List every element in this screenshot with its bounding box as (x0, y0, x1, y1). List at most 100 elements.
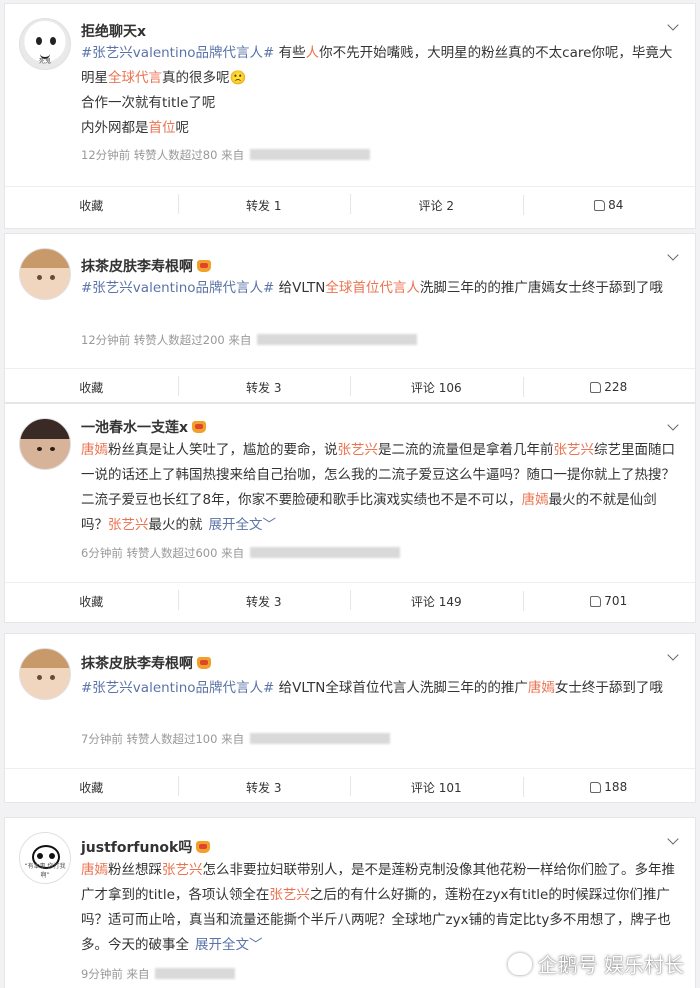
post-text-line: 合作一次就有title了呢 (81, 91, 677, 116)
chevron-down-icon[interactable] (665, 834, 681, 848)
expand-full-text-link[interactable]: 展开全文﹀ (195, 937, 263, 953)
text-segment: 女士终于舔到了哦 (554, 680, 663, 696)
highlight-keyword: 唐嫣 (81, 862, 108, 878)
text-segment: 给VLTN (274, 280, 326, 296)
like-button[interactable]: 701 (522, 591, 696, 611)
topic-hashtag-link[interactable]: #张艺兴valentino品牌代言人# (81, 280, 274, 296)
thumbs-up-icon (590, 782, 602, 793)
post-meta: 12分钟前 转赞人数超过80 来自 (81, 147, 371, 163)
thumbs-up-icon (590, 382, 602, 393)
text-segment: 真的很多呢🙁 (162, 70, 247, 86)
text-segment: 最火的就 (148, 517, 203, 533)
text-segment: 洗脚三年的的推广唐嫣女士终于舔到了哦 (419, 280, 663, 296)
avatar[interactable] (19, 648, 71, 700)
highlight-keyword: 全球代言 (108, 70, 162, 86)
action-bar: 收藏 转发 1 评论 2 84 (5, 186, 695, 223)
repost-button[interactable]: 转发 3 (177, 589, 351, 610)
chevron-down-icon[interactable] (665, 650, 681, 664)
username[interactable]: 拒绝聊天x (81, 21, 146, 41)
highlight-keyword: 唐嫣 (527, 680, 555, 696)
blurred-source (257, 334, 418, 345)
favorite-button[interactable]: 收藏 (5, 779, 178, 796)
blurred-source (250, 547, 401, 558)
vip-crown-icon (197, 657, 211, 669)
chevron-down-icon[interactable] (665, 420, 681, 434)
comment-button[interactable]: 评论 106 (350, 375, 523, 396)
action-bar: 收藏 转发 3 评论 106 228 (5, 368, 695, 405)
text-segment: 是二流的流量但是拿着几年前 (378, 442, 554, 458)
highlight-keyword: 唐嫣 (521, 492, 549, 508)
expand-full-text-link[interactable]: 展开全文﹀ (209, 517, 277, 533)
post-meta: 12分钟前 转赞人数超过200 来自 (81, 332, 418, 348)
username[interactable]: 抹茶皮肤李寿根啊 (81, 653, 211, 673)
highlight-keyword: 张艺兴 (269, 887, 310, 903)
thumbs-up-icon (590, 596, 602, 607)
post-text-line: #张艺兴valentino品牌代言人# 给VLTN全球首位代言人洗脚三年的的推广… (81, 676, 677, 701)
weibo-post-4: 抹茶皮肤李寿根啊 #张艺兴valentino品牌代言人# 给VLTN全球首位代言… (4, 633, 696, 803)
highlight-keyword: 张艺兴 (337, 442, 379, 458)
post-text-line: #张艺兴valentino品牌代言人# 有些人你不先开始嘴贱，大明星的粉丝真的不… (81, 41, 677, 91)
weibo-post-3: 一池春水一支莲x 唐嫣粉丝真是让人笑吐了，尴尬的要命，说张艺兴是二流的流量但是拿… (4, 403, 696, 623)
vip-crown-icon (197, 260, 211, 272)
watermark: 企鹅号 娱乐村长 (507, 949, 684, 978)
post-text-line: 唐嫣粉丝想踩张艺兴怎么非要拉妇联带别人，是不是莲粉克制没像其他花粉一样给你们脸了… (81, 858, 677, 958)
username[interactable]: 抹茶皮肤李寿根啊 (81, 256, 211, 276)
avatar[interactable]: “有本事 你打我啊” (19, 832, 71, 884)
blurred-source (250, 733, 391, 744)
favorite-button[interactable]: 收藏 (5, 593, 178, 610)
post-meta: 6分钟前 转赞人数超过600 来自 (81, 545, 401, 561)
post-text: 唐嫣粉丝想踩张艺兴怎么非要拉妇联带别人，是不是莲粉克制没像其他花粉一样给你们脸了… (81, 858, 677, 958)
like-button[interactable]: 84 (522, 195, 696, 215)
vip-crown-icon (192, 421, 207, 433)
text-segment: 合作一次就有title了呢 (81, 95, 216, 111)
highlight-keyword: 张艺兴 (553, 442, 595, 458)
repost-button[interactable]: 转发 3 (177, 775, 351, 796)
post-text: 唐嫣粉丝真是让人笑吐了，尴尬的要命，说张艺兴是二流的流量但是拿着几年前张艺兴综艺… (81, 438, 677, 538)
post-text: #张艺兴valentino品牌代言人# 有些人你不先开始嘴贱，大明星的粉丝真的不… (81, 41, 677, 141)
post-meta: 7分钟前 转赞人数超过100 来自 (81, 731, 391, 747)
blurred-source (155, 968, 236, 979)
text-segment: 粉丝想踩 (108, 862, 162, 878)
post-text-line: #张艺兴valentino品牌代言人# 给VLTN全球首位代言人洗脚三年的的推广… (81, 276, 677, 301)
topic-hashtag-link[interactable]: #张艺兴valentino品牌代言人# (81, 680, 274, 696)
highlight-keyword: 张艺兴 (162, 862, 203, 878)
chevron-down-icon[interactable] (665, 20, 681, 34)
like-button[interactable]: 188 (522, 777, 696, 797)
like-button[interactable]: 228 (522, 377, 696, 397)
post-text: #张艺兴valentino品牌代言人# 给VLTN全球首位代言人洗脚三年的的推广… (81, 276, 677, 301)
action-bar: 收藏 转发 3 评论 149 701 (5, 582, 695, 619)
post-meta: 9分钟前 来自 (81, 966, 236, 982)
favorite-button[interactable]: 收藏 (5, 197, 178, 214)
post-text-line: 内外网都是首位呢 (81, 116, 677, 141)
highlight-keyword: 张艺兴 (108, 517, 149, 533)
thumbs-up-icon (594, 200, 606, 211)
comment-button[interactable]: 评论 2 (350, 193, 523, 214)
action-bar: 收藏 转发 3 评论 101 188 (5, 768, 695, 805)
highlight-keyword: 首位 (148, 120, 176, 136)
chevron-down-icon[interactable] (665, 250, 681, 264)
blurred-source (250, 149, 371, 160)
repost-button[interactable]: 转发 1 (177, 193, 351, 214)
repost-button[interactable]: 转发 3 (177, 375, 351, 396)
topic-hashtag-link[interactable]: #张艺兴valentino品牌代言人# (81, 45, 274, 61)
weibo-post-1: 死鬼 拒绝聊天x #张艺兴valentino品牌代言人# 有些人你不先开始嘴贱，… (4, 3, 696, 229)
avatar[interactable] (19, 248, 71, 300)
text-segment: 粉丝真是让人笑吐了，尴尬的要命，说 (108, 442, 338, 458)
post-text: #张艺兴valentino品牌代言人# 给VLTN全球首位代言人洗脚三年的的推广… (81, 676, 677, 701)
weibo-post-2: 抹茶皮肤李寿根啊 #张艺兴valentino品牌代言人# 给VLTN全球首位代言… (4, 233, 696, 403)
text-segment: 呢 (175, 120, 190, 136)
text-segment: 给VLTN全球首位代言人洗脚三年的的推广 (274, 680, 528, 696)
avatar[interactable] (19, 418, 71, 470)
highlight-keyword: 唐嫣 (81, 442, 108, 458)
text-segment: 内外网都是 (81, 120, 149, 136)
username[interactable]: 一池春水一支莲x (81, 417, 207, 437)
post-text-line: 唐嫣粉丝真是让人笑吐了，尴尬的要命，说张艺兴是二流的流量但是拿着几年前张艺兴综艺… (81, 438, 677, 538)
username[interactable]: justforfunok吗 (81, 837, 211, 857)
favorite-button[interactable]: 收藏 (5, 379, 178, 396)
highlight-keyword: 人 (305, 45, 320, 61)
highlight-keyword: 全球首位代言人 (325, 280, 420, 296)
comment-button[interactable]: 评论 101 (350, 775, 523, 796)
text-segment: 有些 (274, 45, 306, 61)
comment-button[interactable]: 评论 149 (350, 589, 523, 610)
avatar[interactable]: 死鬼 (19, 18, 71, 70)
